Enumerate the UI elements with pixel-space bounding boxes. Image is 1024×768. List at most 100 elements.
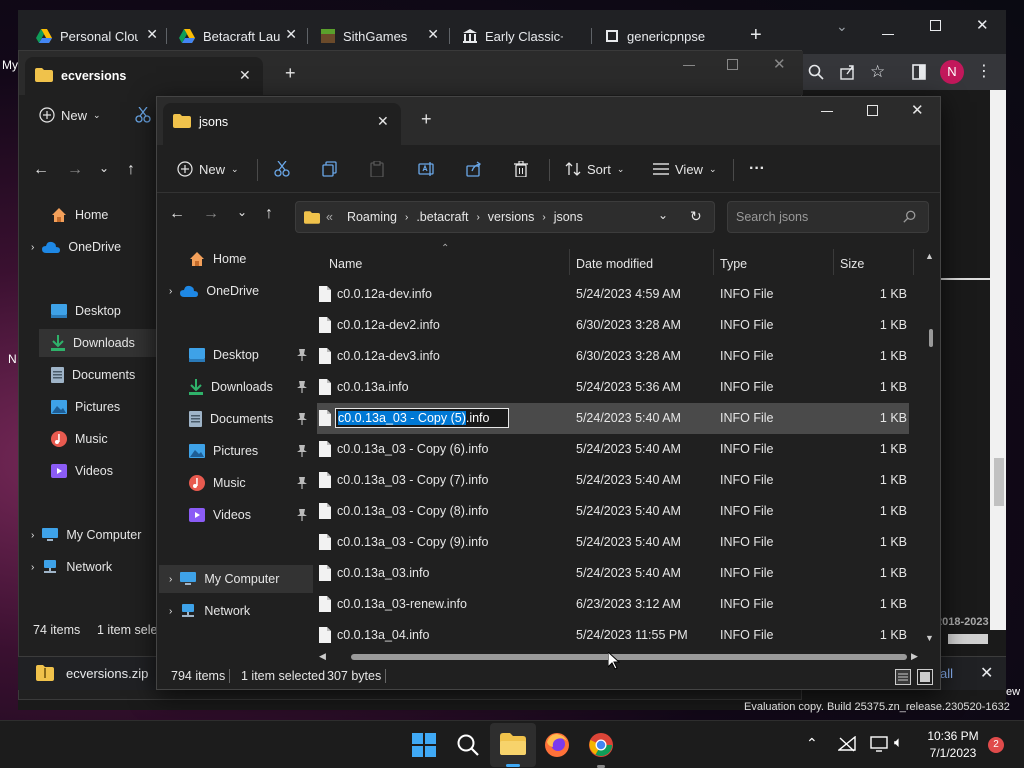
- side-panel-icon[interactable]: [912, 64, 926, 80]
- nav-desktop[interactable]: Desktop: [189, 341, 313, 369]
- chrome-scroll-thumb[interactable]: [994, 458, 1004, 506]
- maximize-button[interactable]: [930, 20, 941, 31]
- breadcrumb-betacraft[interactable]: .betacraft: [416, 210, 468, 224]
- search-icon[interactable]: [808, 64, 824, 80]
- nav-downloads[interactable]: Downloads: [189, 373, 313, 401]
- new-button[interactable]: New ⌄: [39, 107, 101, 123]
- cut-button[interactable]: [274, 155, 290, 183]
- rename-input[interactable]: c0.0.13a_03 - Copy (5).info: [335, 408, 509, 428]
- bookmark-star-icon[interactable]: ☆: [870, 62, 885, 82]
- recent-chevron-icon[interactable]: ⌄: [237, 205, 247, 219]
- nav-network[interactable]: › Network: [31, 553, 112, 581]
- minimize-button[interactable]: [821, 111, 833, 112]
- refresh-icon[interactable]: ↻: [690, 208, 702, 225]
- table-row[interactable]: c0.0.13a_03 - Copy (9).info 5/24/2023 5:4…: [317, 527, 909, 558]
- tiles-view-icon[interactable]: [917, 669, 933, 685]
- table-row[interactable]: c0.0.13a_03 - Copy (8).info 5/24/2023 5:4…: [317, 496, 909, 527]
- profile-avatar[interactable]: N: [940, 60, 964, 84]
- horizontal-scroll-thumb[interactable]: [351, 654, 907, 660]
- rename-button[interactable]: [418, 155, 434, 183]
- paste-button[interactable]: [370, 155, 384, 183]
- clock-date[interactable]: 7/1/2023: [926, 746, 980, 760]
- expand-chevron-icon[interactable]: ›: [169, 606, 172, 617]
- scroll-left-icon[interactable]: ◀: [319, 651, 326, 662]
- breadcrumb-jsons[interactable]: jsons: [554, 210, 583, 224]
- expand-chevron-icon[interactable]: ›: [31, 242, 34, 253]
- new-tab-button[interactable]: +: [750, 24, 762, 47]
- search-input[interactable]: Search jsons: [727, 201, 929, 233]
- cut-icon[interactable]: [135, 107, 151, 123]
- minimize-button[interactable]: [882, 34, 894, 35]
- nav-videos[interactable]: Videos: [51, 457, 113, 485]
- table-row[interactable]: c0.0.12a-dev2.info 6/30/2023 3:28 AM INFO …: [317, 310, 909, 341]
- chrome-scrollbar[interactable]: [990, 90, 1006, 630]
- scroll-down-icon[interactable]: ▼: [925, 633, 934, 643]
- new-tab-button[interactable]: +: [285, 63, 296, 84]
- close-icon[interactable]: ✕: [146, 26, 158, 43]
- notification-badge[interactable]: 2: [988, 737, 1004, 753]
- nav-my-computer[interactable]: › My Computer: [159, 565, 313, 593]
- table-row[interactable]: c0.0.13a_03 - Copy (6).info 5/24/2023 5:4…: [317, 434, 909, 465]
- vertical-scroll-thumb[interactable]: [929, 329, 933, 347]
- table-row[interactable]: c0.0.13a_03-renew.info 6/23/2023 3:12 AM I…: [317, 589, 909, 620]
- nav-music[interactable]: Music: [51, 425, 108, 453]
- close-icon[interactable]: ✕: [427, 26, 439, 43]
- close-button[interactable]: ✕: [911, 101, 924, 119]
- copy-button[interactable]: [322, 155, 338, 183]
- nav-onedrive[interactable]: › OneDrive: [169, 277, 259, 305]
- address-dropdown-icon[interactable]: ⌄: [658, 208, 668, 222]
- scroll-up-icon[interactable]: ▲: [925, 251, 934, 261]
- chrome-tab-sithgames[interactable]: SithGames ✕: [303, 24, 445, 48]
- delete-button[interactable]: [514, 155, 528, 183]
- tab-search-icon[interactable]: ⌄: [836, 18, 848, 35]
- expand-chevron-icon[interactable]: ›: [169, 286, 172, 297]
- table-row[interactable]: c0.0.13a_04.info 5/24/2023 11:55 PM INFO F…: [317, 620, 909, 651]
- chrome-menu-icon[interactable]: ⋮: [976, 61, 992, 81]
- close-tab-icon[interactable]: ✕: [377, 113, 389, 130]
- breadcrumb-versions[interactable]: versions: [488, 210, 535, 224]
- nav-music[interactable]: Music: [189, 469, 313, 497]
- breadcrumb-roaming[interactable]: Roaming: [347, 210, 397, 224]
- address-bar[interactable]: « Roaming › .betacraft › versions › json…: [295, 201, 715, 233]
- chrome-tab-personal-cloud[interactable]: Personal Cloud ✕: [18, 24, 164, 48]
- tab-ecversions[interactable]: ecversions ✕: [25, 57, 263, 95]
- more-options-button[interactable]: ···: [749, 155, 765, 183]
- taskbar-search-icon[interactable]: [456, 733, 480, 757]
- back-arrow-icon[interactable]: ←: [169, 205, 185, 223]
- download-filename[interactable]: ecversions.zip: [66, 666, 148, 681]
- nav-network[interactable]: › Network: [169, 597, 250, 625]
- nav-downloads[interactable]: Downloads: [39, 329, 159, 357]
- close-button[interactable]: ✕: [976, 16, 989, 34]
- clock-time[interactable]: 10:36 PM: [926, 729, 980, 743]
- table-row[interactable]: c0.0.13a_03 - Copy (7).info 5/24/2023 5:4…: [317, 465, 909, 496]
- details-view-icon[interactable]: [895, 669, 911, 685]
- scroll-right-icon[interactable]: ▶: [911, 651, 918, 662]
- nav-home[interactable]: Home: [189, 245, 246, 273]
- chrome-tab-betacraft[interactable]: Betacraft Launcher ✕: [161, 24, 303, 48]
- table-row[interactable]: c0.0.12a-dev3.info 6/30/2023 3:28 AM INFO …: [317, 341, 909, 372]
- forward-arrow-icon[interactable]: →: [67, 161, 83, 179]
- chrome-tab-genericpnpserver[interactable]: genericpnpserver: [587, 24, 727, 48]
- chrome-tab-early-classic[interactable]: Early Classic+: [445, 24, 587, 48]
- table-row[interactable]: c0.0.13a_03.info 5/24/2023 5:40 AM INFO Fi…: [317, 558, 909, 589]
- close-tab-icon[interactable]: ✕: [239, 67, 251, 84]
- start-button-windows-icon[interactable]: [412, 733, 436, 757]
- recent-chevron-icon[interactable]: ⌄: [99, 161, 109, 175]
- table-row[interactable]: c0.0.13a_03 - Copy (5).info 5/24/2023 5:4…: [317, 403, 909, 434]
- sort-button[interactable]: Sort ⌄: [565, 155, 624, 183]
- firefox-icon[interactable]: [544, 732, 570, 758]
- nav-videos[interactable]: Videos: [189, 501, 313, 529]
- maximize-button[interactable]: [867, 105, 878, 116]
- volume-icon[interactable]: 🔈︎: [894, 734, 903, 751]
- nav-onedrive[interactable]: › OneDrive: [31, 233, 121, 261]
- network-disconnected-icon[interactable]: [838, 736, 856, 752]
- nav-pictures[interactable]: Pictures: [51, 393, 120, 421]
- breadcrumb-overflow[interactable]: «: [326, 210, 333, 224]
- nav-pictures[interactable]: Pictures: [189, 437, 313, 465]
- nav-documents[interactable]: Documents: [189, 405, 313, 433]
- up-arrow-icon[interactable]: ↑: [265, 205, 273, 223]
- table-row[interactable]: c0.0.13a.info 5/24/2023 5:36 AM INFO File 1…: [317, 372, 909, 403]
- nav-desktop[interactable]: Desktop: [51, 297, 121, 325]
- nav-home[interactable]: Home: [51, 201, 108, 229]
- table-row[interactable]: c0.0.12a-dev.info 5/24/2023 4:59 AM INFO F…: [317, 279, 909, 310]
